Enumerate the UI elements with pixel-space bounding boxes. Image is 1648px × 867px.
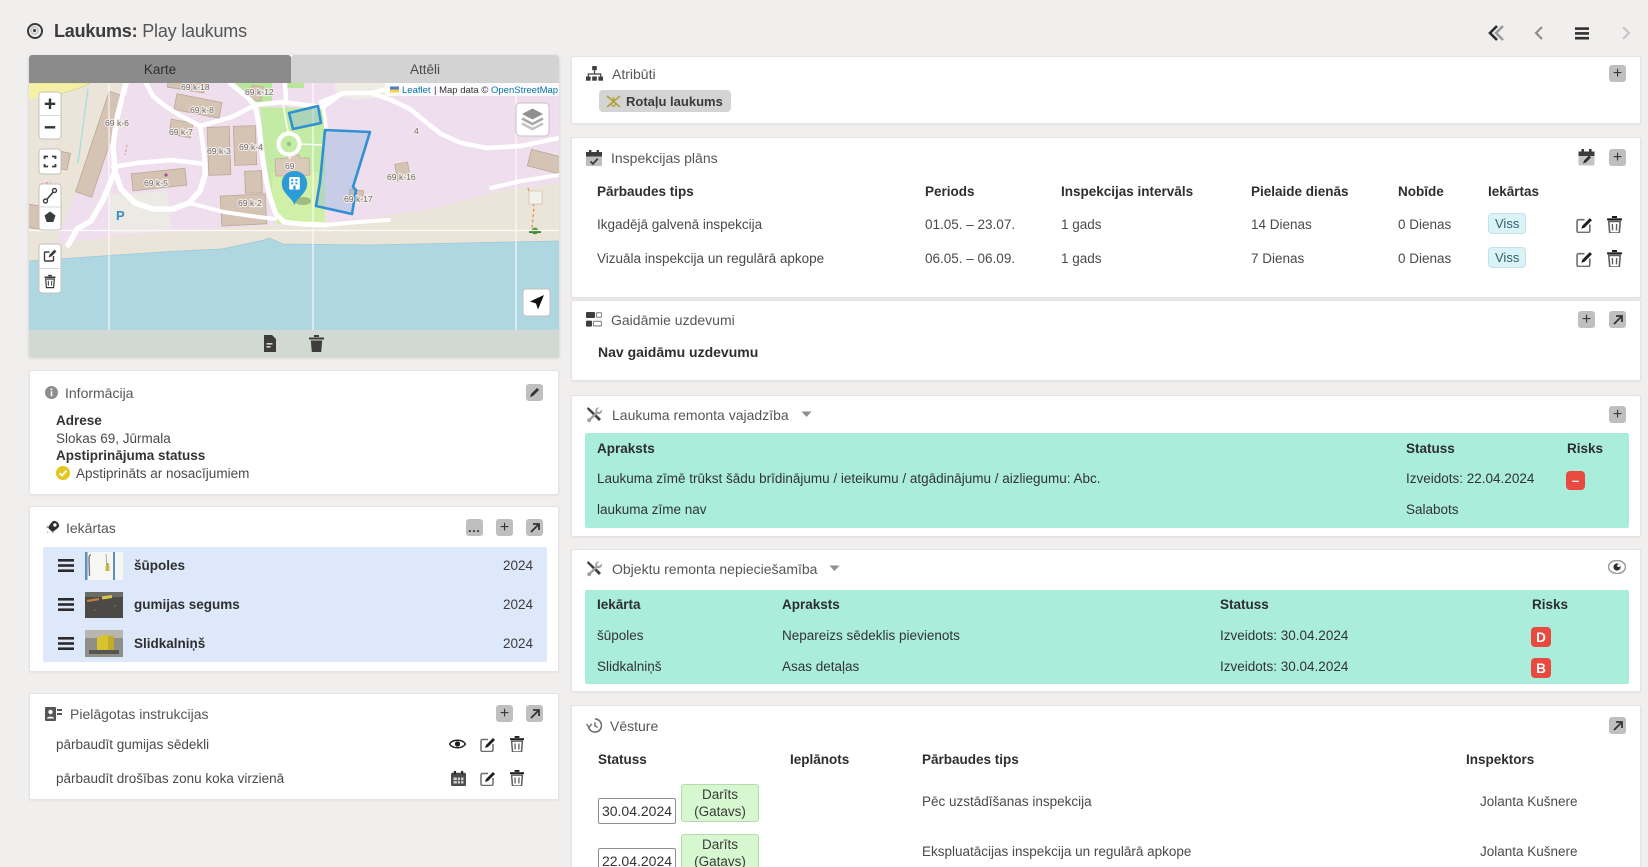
- svg-text:69 k-3: 69 k-3: [207, 146, 231, 156]
- svg-text:4: 4: [414, 126, 419, 136]
- svg-text:69 k-4: 69 k-4: [239, 142, 263, 152]
- svg-text:OpenStreetMap: OpenStreetMap: [491, 85, 558, 96]
- svg-text:| Map data ©: | Map data ©: [434, 85, 488, 96]
- svg-text:69 k-12: 69 k-12: [245, 87, 274, 97]
- svg-text:69 k-16: 69 k-16: [387, 172, 416, 182]
- svg-text:Leaflet: Leaflet: [402, 85, 431, 96]
- svg-text:69 k-6: 69 k-6: [105, 118, 129, 128]
- svg-text:69 k-17: 69 k-17: [344, 194, 373, 204]
- svg-text:69 k-18: 69 k-18: [181, 83, 210, 92]
- svg-text:69 k-5: 69 k-5: [144, 178, 168, 188]
- svg-text:69 k-8: 69 k-8: [190, 105, 214, 115]
- svg-text:P: P: [116, 208, 125, 223]
- svg-text:69 k-2: 69 k-2: [238, 198, 262, 208]
- svg-text:69 k-7: 69 k-7: [169, 127, 193, 137]
- svg-text:69: 69: [285, 161, 295, 171]
